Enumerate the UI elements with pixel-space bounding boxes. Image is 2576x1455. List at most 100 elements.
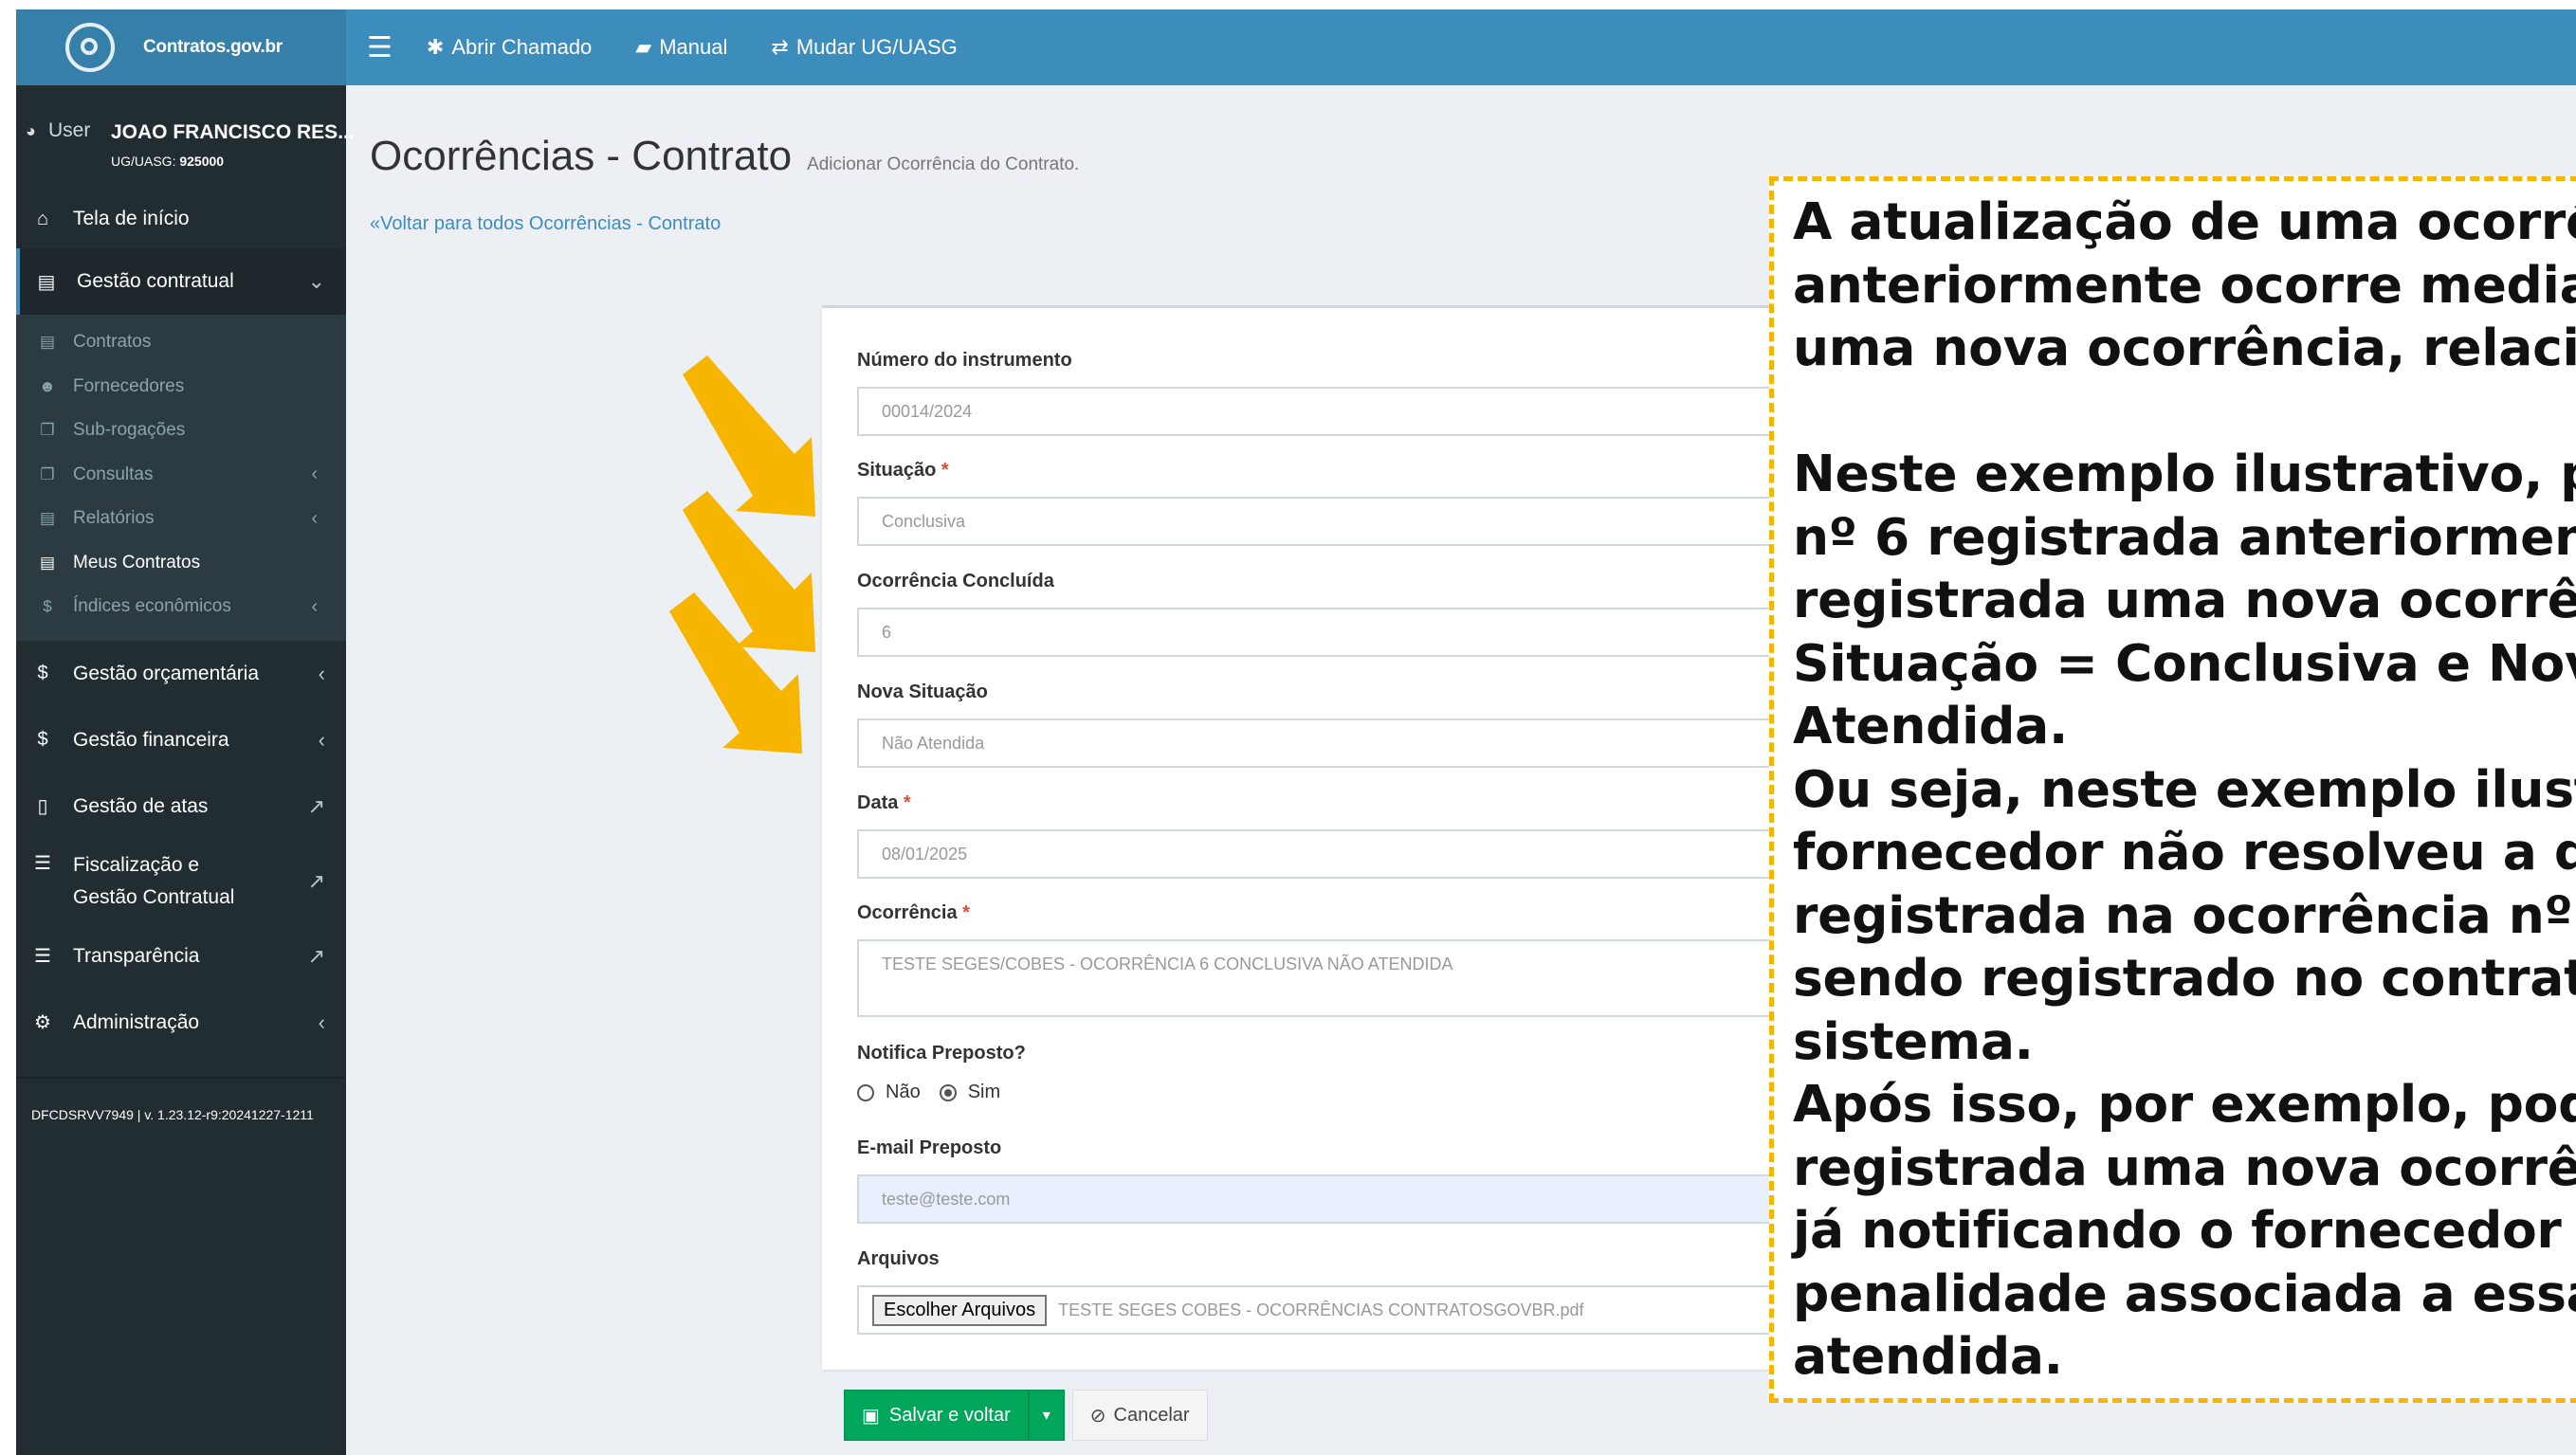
sidebar-item-label: Tela de início xyxy=(73,208,190,229)
sidebar-item-label: Gestão contratual xyxy=(77,270,234,292)
sidebar-item-label: Fornecedores xyxy=(73,375,185,396)
user-name: JOAO FRANCISCO RES... xyxy=(111,121,355,143)
list-icon: ☰ xyxy=(34,946,51,967)
sidebar-item-indices[interactable]: $ Índices econômicos ‹ xyxy=(16,585,346,629)
sidebar-item-label: Relatórios xyxy=(73,508,155,529)
sidebar-item-label: Meus Contratos xyxy=(73,552,201,573)
sidebar-item-label: Consultas xyxy=(73,464,154,484)
dollar-icon: $ xyxy=(37,663,48,683)
exchange-icon: ⇄ xyxy=(771,35,789,59)
ban-icon: ⊘ xyxy=(1089,1405,1106,1427)
selected-file-name: TESTE SEGES COBES - OCORRÊNCIAS CONTRATO… xyxy=(1058,1300,1584,1319)
page-title: Ocorrências - Contrato xyxy=(370,133,793,179)
page-header: Ocorrências - Contrato Adicionar Ocorrên… xyxy=(370,133,1079,180)
annotation-callout: A atualização de uma ocorrênc anteriorme… xyxy=(1769,176,2576,1403)
dollar-icon: $ xyxy=(43,597,52,616)
chevron-down-icon: ⌄ xyxy=(307,269,325,293)
sidebar-item-label: Contratos xyxy=(73,332,152,353)
gestao-contratual-submenu: ▤ Contratos ☻ Fornecedores ❐ Sub-rogaçõe… xyxy=(16,315,346,641)
sidebar-item-fornecedores[interactable]: ☻ Fornecedores xyxy=(16,365,346,409)
chevron-left-icon: ‹ xyxy=(318,1009,325,1034)
sidebar-item-label: Gestão orçamentária xyxy=(73,662,260,684)
abrir-chamado-label: Abrir Chamado xyxy=(451,35,593,59)
save-options-dropdown[interactable]: ▾ xyxy=(1028,1390,1065,1441)
file-icon: ▤ xyxy=(39,553,56,572)
file-icon: ▤ xyxy=(37,271,56,293)
sidebar-item-transparencia[interactable]: ☰ Transparência ↗ xyxy=(16,923,346,990)
chevron-left-icon: ‹ xyxy=(318,727,325,752)
user-ug: UG/UASG: 925000 xyxy=(111,154,225,169)
version-info: DFCDSRVV7949 | v. 1.23.12-r9:20241227-12… xyxy=(31,1106,314,1122)
caret-down-icon: ▾ xyxy=(1042,1408,1050,1424)
external-link-icon: ↗ xyxy=(307,793,325,818)
copy-icon: ❐ xyxy=(40,421,55,440)
hamburger-icon[interactable]: ☰ xyxy=(367,31,393,64)
save-button-label: Salvar e voltar xyxy=(888,1404,1011,1426)
brand-name: Contratos.gov.br xyxy=(143,37,283,57)
chevron-left-icon: ‹ xyxy=(311,464,318,485)
sidebar-item-meus-contratos[interactable]: ▤ Meus Contratos xyxy=(16,541,346,586)
sidebar-item-financeira[interactable]: $ Gestão financeira ‹ xyxy=(16,707,346,773)
cancel-button[interactable]: ⊘ Cancelar xyxy=(1071,1390,1208,1441)
dollar-icon: $ xyxy=(37,729,48,750)
sidebar-item-relatorios[interactable]: ▤ Relatórios ‹ xyxy=(16,497,346,541)
user-label: User xyxy=(48,119,91,141)
file-outline-icon: ▯ xyxy=(37,796,48,817)
top-navbar: Contratos.gov.br ☰ ✱ Abrir Chamado ▰ Man… xyxy=(16,9,2576,85)
abrir-chamado-link[interactable]: ✱ Abrir Chamado xyxy=(427,35,592,60)
file-icon: ▤ xyxy=(39,333,56,352)
brand-logo-area[interactable]: Contratos.gov.br xyxy=(16,9,346,85)
back-link-label: Voltar para todos Ocorrências - Contrato xyxy=(380,213,722,234)
field-notifica: Notifica Preposto? Não Sim xyxy=(857,1043,1026,1103)
form-actions: ▣ Salvar e voltar ▾ ⊘ Cancelar xyxy=(844,1390,1208,1441)
sidebar-divider xyxy=(16,1076,346,1079)
radio-nao[interactable] xyxy=(857,1083,874,1101)
sidebar-menu: ⌂ Tela de início ▤ Gestão contratual ⌄ ▤… xyxy=(16,190,346,1056)
sidebar-item-label: Gestão de atas xyxy=(73,794,209,817)
logo-icon xyxy=(65,23,115,72)
notifica-radio-group: Não Sim xyxy=(857,1082,1026,1103)
mudar-ug-link[interactable]: ⇄ Mudar UG/UASG xyxy=(771,35,957,60)
sidebar: ◕ User JOAO FRANCISCO RES... UG/UASG: 92… xyxy=(16,85,355,1455)
sidebar-item-label: Administração xyxy=(73,1010,200,1033)
save-icon: ▣ xyxy=(862,1405,880,1427)
chevron-left-icon: ‹ xyxy=(318,661,325,685)
sidebar-item-label: Gestão financeira xyxy=(73,728,229,751)
annotation-text: A atualização de uma ocorrênc anteriorme… xyxy=(1793,191,2576,1386)
choose-files-button[interactable]: Escolher Arquivos xyxy=(872,1294,1048,1326)
manual-link[interactable]: ▰ Manual xyxy=(635,35,727,60)
chevron-left-icon: ‹ xyxy=(311,507,318,529)
double-chevron-left-icon: « xyxy=(370,213,381,234)
sidebar-item-home[interactable]: ⌂ Tela de início xyxy=(16,190,346,248)
sidebar-item-administracao[interactable]: ⚙ Administração ‹ xyxy=(16,990,346,1056)
sidebar-item-fiscalizacao[interactable]: ☰ Fiscalização e Gestão Contratual ↗ xyxy=(16,840,346,923)
sidebar-item-label: Transparência xyxy=(73,944,200,967)
sidebar-item-contratos[interactable]: ▤ Contratos xyxy=(16,320,346,365)
radio-sim[interactable] xyxy=(939,1083,957,1101)
home-icon: ⌂ xyxy=(36,208,49,229)
gears-icon: ⚙ xyxy=(34,1012,51,1033)
external-link-icon: ↗ xyxy=(307,868,325,893)
top-nav: ☰ ✱ Abrir Chamado ▰ Manual ⇄ Mudar UG/UA… xyxy=(367,9,1001,85)
cancel-button-label: Cancelar xyxy=(1113,1404,1190,1426)
copy-icon: ❐ xyxy=(40,464,55,483)
notifica-label: Notifica Preposto? xyxy=(857,1043,1026,1064)
sidebar-item-sub-rogacoes[interactable]: ❐ Sub-rogações xyxy=(16,409,346,453)
arrow-nova-situacao xyxy=(669,592,802,754)
sidebar-item-orcamentaria[interactable]: $ Gestão orçamentária ‹ xyxy=(16,641,346,707)
user-panel: ◕ User JOAO FRANCISCO RES... UG/UASG: 92… xyxy=(16,85,355,190)
book-icon: ▰ xyxy=(635,35,652,59)
back-link[interactable]: «Voltar para todos Ocorrências - Contrat… xyxy=(370,213,721,235)
sidebar-item-atas[interactable]: ▯ Gestão de atas ↗ xyxy=(16,773,346,840)
sidebar-item-label: Sub-rogações xyxy=(73,420,186,441)
save-button[interactable]: ▣ Salvar e voltar xyxy=(844,1390,1029,1441)
list-icon: ☰ xyxy=(34,852,51,874)
radio-sim-label: Sim xyxy=(967,1082,1001,1102)
external-link-icon: ↗ xyxy=(307,943,325,968)
sidebar-item-label: Fiscalização e Gestão Contratual xyxy=(73,853,235,908)
users-icon: ☻ xyxy=(39,376,56,395)
sidebar-item-consultas[interactable]: ❐ Consultas ‹ xyxy=(16,453,346,498)
user-avatar-icon: ◕ xyxy=(26,121,36,140)
sidebar-item-gestao-contratual[interactable]: ▤ Gestão contratual ⌄ xyxy=(16,248,346,315)
file-icon: ▤ xyxy=(39,509,56,528)
